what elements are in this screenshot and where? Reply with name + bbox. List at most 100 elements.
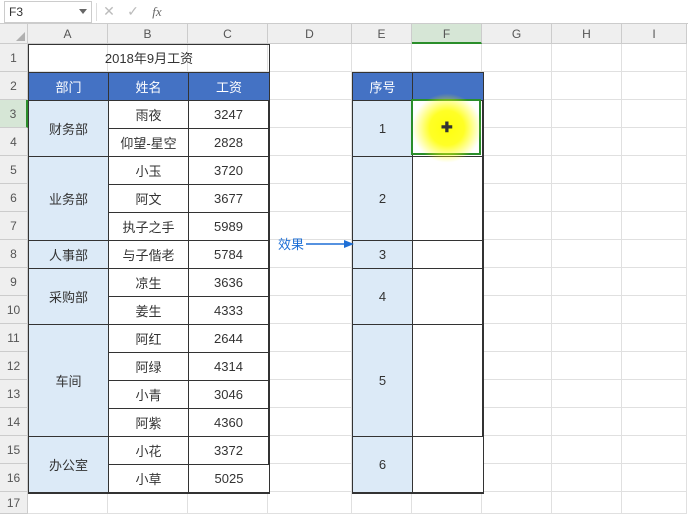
cell[interactable] bbox=[268, 492, 352, 514]
column-header-H[interactable]: H bbox=[552, 24, 622, 44]
cell[interactable] bbox=[352, 44, 412, 72]
cell[interactable] bbox=[482, 296, 552, 324]
cell[interactable] bbox=[622, 240, 687, 268]
cell[interactable] bbox=[552, 352, 622, 380]
column-header-I[interactable]: I bbox=[622, 24, 687, 44]
cell[interactable] bbox=[552, 128, 622, 156]
cell[interactable] bbox=[268, 352, 352, 380]
cell[interactable] bbox=[268, 296, 352, 324]
row-header-10[interactable]: 10 bbox=[0, 296, 28, 324]
row-header-6[interactable]: 6 bbox=[0, 184, 28, 212]
cell[interactable] bbox=[482, 408, 552, 436]
cell[interactable] bbox=[482, 212, 552, 240]
cell[interactable] bbox=[622, 296, 687, 324]
cell[interactable] bbox=[622, 324, 687, 352]
cell[interactable] bbox=[482, 184, 552, 212]
row-header-13[interactable]: 13 bbox=[0, 380, 28, 408]
cell[interactable] bbox=[552, 72, 622, 100]
cell[interactable] bbox=[552, 436, 622, 464]
cell[interactable] bbox=[622, 268, 687, 296]
cell[interactable] bbox=[482, 156, 552, 184]
cell[interactable] bbox=[482, 268, 552, 296]
cell[interactable] bbox=[268, 464, 352, 492]
result-value-cell[interactable] bbox=[413, 325, 483, 437]
cell[interactable] bbox=[268, 44, 352, 72]
row-header-8[interactable]: 8 bbox=[0, 240, 28, 268]
cell[interactable] bbox=[552, 100, 622, 128]
cell[interactable] bbox=[622, 492, 687, 514]
cell[interactable] bbox=[268, 72, 352, 100]
cell[interactable] bbox=[622, 436, 687, 464]
cell[interactable] bbox=[412, 492, 482, 514]
result-value-cell[interactable] bbox=[413, 241, 483, 269]
cell[interactable] bbox=[552, 156, 622, 184]
cell[interactable] bbox=[28, 492, 108, 514]
cell[interactable] bbox=[622, 212, 687, 240]
column-header-F[interactable]: F bbox=[412, 24, 482, 44]
cell[interactable] bbox=[482, 240, 552, 268]
cancel-icon[interactable]: ✕ bbox=[97, 1, 121, 23]
cell[interactable] bbox=[268, 436, 352, 464]
column-header-B[interactable]: B bbox=[108, 24, 188, 44]
row-header-15[interactable]: 15 bbox=[0, 436, 28, 464]
cell[interactable] bbox=[482, 324, 552, 352]
cell[interactable] bbox=[268, 100, 352, 128]
cell[interactable] bbox=[268, 408, 352, 436]
row-header-12[interactable]: 12 bbox=[0, 352, 28, 380]
column-header-A[interactable]: A bbox=[28, 24, 108, 44]
result-value-cell[interactable] bbox=[413, 101, 483, 157]
cell[interactable] bbox=[552, 296, 622, 324]
cell[interactable] bbox=[268, 268, 352, 296]
cell[interactable] bbox=[482, 492, 552, 514]
result-value-cell[interactable] bbox=[413, 269, 483, 325]
cell[interactable] bbox=[622, 408, 687, 436]
dropdown-icon[interactable] bbox=[79, 9, 87, 14]
cell[interactable] bbox=[552, 492, 622, 514]
cell[interactable] bbox=[622, 156, 687, 184]
row-header-17[interactable]: 17 bbox=[0, 492, 28, 514]
row-header-4[interactable]: 4 bbox=[0, 128, 28, 156]
formula-input[interactable] bbox=[169, 1, 688, 23]
cell[interactable] bbox=[552, 268, 622, 296]
cell[interactable] bbox=[482, 352, 552, 380]
cell[interactable] bbox=[622, 352, 687, 380]
confirm-icon[interactable]: ✓ bbox=[121, 1, 145, 23]
column-header-C[interactable]: C bbox=[188, 24, 268, 44]
cell[interactable] bbox=[622, 44, 687, 72]
cell[interactable] bbox=[482, 128, 552, 156]
cell[interactable] bbox=[268, 156, 352, 184]
cell[interactable] bbox=[482, 44, 552, 72]
cell[interactable] bbox=[622, 184, 687, 212]
result-value-cell[interactable] bbox=[413, 157, 483, 241]
cell[interactable] bbox=[552, 184, 622, 212]
cell[interactable] bbox=[552, 324, 622, 352]
cell[interactable] bbox=[622, 128, 687, 156]
cell[interactable] bbox=[622, 464, 687, 492]
cell[interactable] bbox=[482, 100, 552, 128]
cell[interactable] bbox=[622, 380, 687, 408]
fx-icon[interactable]: fx bbox=[145, 1, 169, 23]
row-header-9[interactable]: 9 bbox=[0, 268, 28, 296]
cell[interactable] bbox=[482, 464, 552, 492]
cell[interactable] bbox=[268, 380, 352, 408]
row-header-2[interactable]: 2 bbox=[0, 72, 28, 100]
cell[interactable] bbox=[552, 212, 622, 240]
cell[interactable] bbox=[552, 408, 622, 436]
cell[interactable] bbox=[352, 492, 412, 514]
row-header-7[interactable]: 7 bbox=[0, 212, 28, 240]
name-box[interactable]: F3 bbox=[4, 1, 92, 23]
cell[interactable] bbox=[552, 240, 622, 268]
row-header-14[interactable]: 14 bbox=[0, 408, 28, 436]
column-header-D[interactable]: D bbox=[268, 24, 352, 44]
cell[interactable] bbox=[482, 380, 552, 408]
cell[interactable] bbox=[268, 184, 352, 212]
cell[interactable] bbox=[188, 492, 268, 514]
cell[interactable] bbox=[108, 492, 188, 514]
row-header-11[interactable]: 11 bbox=[0, 324, 28, 352]
cell[interactable] bbox=[552, 464, 622, 492]
row-header-5[interactable]: 5 bbox=[0, 156, 28, 184]
row-header-1[interactable]: 1 bbox=[0, 44, 28, 72]
cell[interactable] bbox=[482, 72, 552, 100]
select-all-corner[interactable] bbox=[0, 24, 28, 44]
column-header-E[interactable]: E bbox=[352, 24, 412, 44]
